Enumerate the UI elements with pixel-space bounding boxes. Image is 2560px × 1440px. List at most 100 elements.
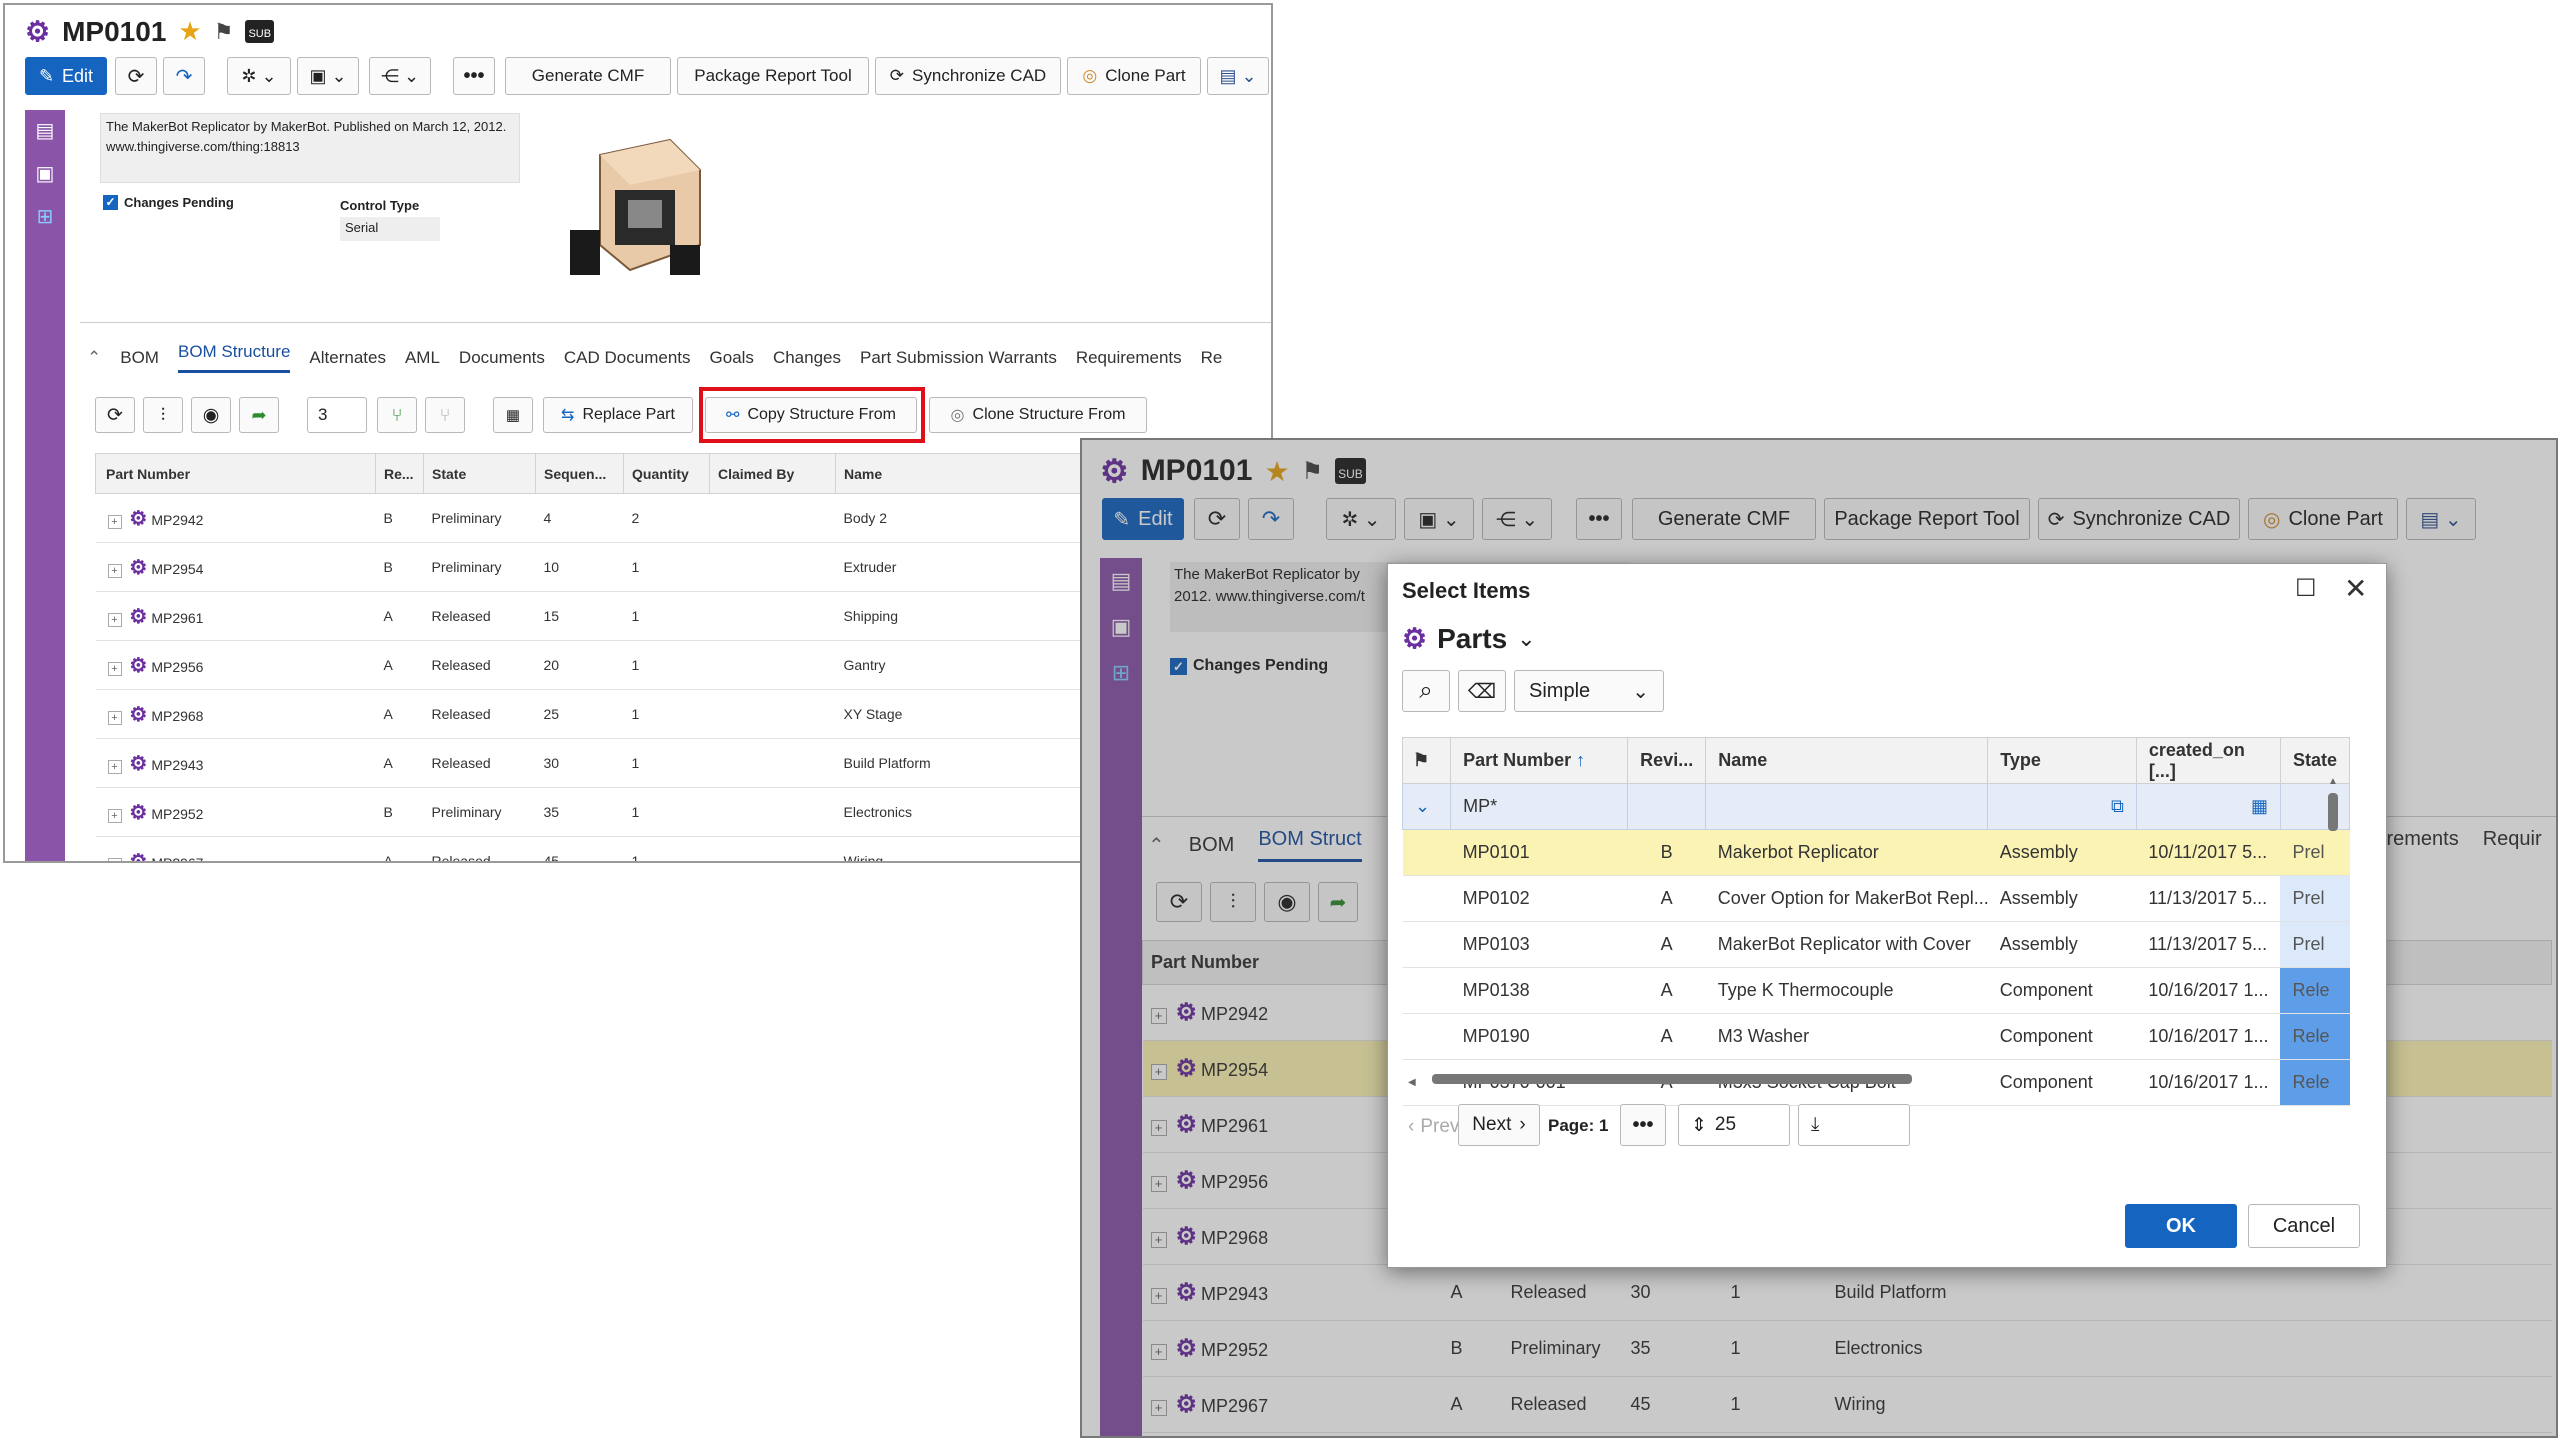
maximize-icon[interactable]: ☐ (2295, 574, 2317, 603)
synchronize-cad-button[interactable]: ⟳ Synchronize CAD (875, 57, 1061, 95)
item-title: MP0101 (62, 15, 167, 47)
flag-column-icon[interactable]: ⚑ (1401, 737, 1452, 784)
next-page-button[interactable]: Next › (1458, 1104, 1540, 1146)
bom-view-button[interactable]: ◉ (191, 397, 231, 433)
column-part-number[interactable]: Part Number ↑ (1450, 737, 1629, 784)
insert-child-button[interactable]: ⑂ (377, 397, 417, 433)
tree-view-icon[interactable]: ⊞ (25, 204, 65, 229)
page-size-input[interactable]: ⇕ 25 (1678, 1104, 1790, 1146)
scroll-thumb[interactable] (1432, 1074, 1912, 1084)
form-view-icon[interactable]: ▤ (25, 118, 65, 143)
tab-aml[interactable]: AML (405, 348, 440, 368)
tab-cad-documents[interactable]: CAD Documents (564, 348, 691, 368)
ok-button[interactable]: OK (2125, 1204, 2237, 1248)
tab-bom-structure[interactable]: BOM Structure (177, 342, 291, 373)
page-more-button[interactable]: ••• (1620, 1104, 1666, 1146)
part-gear-icon: ⚙ (25, 16, 51, 47)
control-type-field[interactable]: Serial (340, 217, 440, 241)
expand-row-icon[interactable]: + (107, 612, 122, 627)
part-number-filter[interactable]: MP* (1450, 783, 1629, 830)
tab-alternates[interactable]: Alternates (309, 348, 386, 368)
clone-structure-from-button[interactable]: ◎ Clone Structure From (929, 397, 1147, 433)
scroll-thumb[interactable] (2328, 793, 2338, 831)
result-row[interactable]: MP0190 A M3 Washer Component 10/16/2017 … (1402, 1013, 2350, 1060)
clear-search-button[interactable]: ⌫ (1458, 670, 1506, 712)
redo-button[interactable]: ↷ (163, 57, 205, 95)
chevron-down-icon: ⌄ (1632, 680, 1649, 703)
type-picker-icon[interactable]: ⧉ (1987, 783, 2137, 830)
replace-part-button[interactable]: ⇆ Replace Part (543, 397, 693, 433)
expand-row-icon[interactable]: + (107, 759, 122, 774)
flag-icon[interactable]: ⚑ (214, 19, 234, 45)
vertical-scrollbar[interactable]: ▲ (2328, 776, 2340, 906)
tab-goals[interactable]: Goals (710, 348, 754, 368)
column-claimed-by[interactable]: Claimed By (709, 453, 836, 494)
branch-disabled-icon: ⑂ (439, 404, 451, 425)
column-type[interactable]: Type (1987, 737, 2137, 784)
bom-expand-button[interactable]: ➦ (239, 397, 279, 433)
refresh-button[interactable]: ⟳ (115, 57, 157, 95)
tab-overflow[interactable]: Re (1201, 348, 1223, 368)
description-field[interactable]: The MakerBot Replicator by MakerBot. Pub… (100, 113, 520, 183)
tab-requirements[interactable]: Requirements (1076, 348, 1182, 368)
export-excel-button[interactable]: ▦ (493, 397, 533, 433)
result-row[interactable]: MP0101 B Makerbot Replicator Assembly 10… (1402, 829, 2350, 876)
more-button[interactable]: ••• (453, 57, 495, 95)
column-revision[interactable]: Revi... (1627, 737, 1707, 784)
itemtype-selector[interactable]: ⚙ Parts ⌄ (1402, 622, 1536, 655)
cancel-button[interactable]: Cancel (2248, 1204, 2360, 1248)
column-created-on[interactable]: created_on [...] (2135, 737, 2281, 784)
checkbox-checked-icon: ✓ (103, 195, 118, 210)
image-view-icon[interactable]: ▣ (25, 161, 65, 186)
expand-row-icon[interactable]: + (107, 857, 122, 861)
favorite-star-icon[interactable]: ★ (178, 16, 201, 47)
tab-documents[interactable]: Documents (459, 348, 545, 368)
expand-row-icon[interactable]: + (107, 514, 122, 529)
result-row[interactable]: MP0102 A Cover Option for MakerBot Repl.… (1402, 875, 2350, 922)
clone-part-button[interactable]: ◎ Clone Part (1067, 57, 1201, 95)
package-report-button[interactable]: Package Report Tool (677, 57, 869, 95)
bom-refresh-button[interactable]: ⟳ (95, 397, 135, 433)
horizontal-scrollbar[interactable]: ◀ (1408, 1072, 2328, 1088)
structure-menu-button[interactable]: ✲ ⌄ (227, 57, 291, 95)
part-gear-icon: ⚙ (129, 654, 148, 677)
calendar-icon[interactable]: ▦ (2135, 783, 2281, 830)
column-quantity[interactable]: Quantity (623, 453, 710, 494)
expand-row-icon[interactable]: + (107, 563, 122, 578)
remove-child-button[interactable]: ⑂ (425, 397, 465, 433)
result-row[interactable]: MP0103 A MakerBot Replicator with Cover … (1402, 921, 2350, 968)
column-state[interactable]: State (423, 453, 536, 494)
tab-bom[interactable]: BOM (120, 348, 159, 368)
search-button[interactable]: ⌕ (1402, 670, 1450, 712)
part-gear-icon: ⚙ (129, 605, 148, 628)
column-part-number[interactable]: Part Number (95, 453, 376, 494)
more-icon: ••• (1632, 1113, 1654, 1136)
chevron-right-icon: › (1519, 1114, 1526, 1135)
edit-button[interactable]: ✎ Edit (25, 57, 107, 95)
item-window-back: ⚙ MP0101 ★ ⚑ SUB ✎ Edit ⟳ ↷ ✲ ⌄ ▣ ⌄ ⋲ ⌄ •… (1080, 438, 2558, 1438)
expand-row-icon[interactable]: + (107, 808, 122, 823)
expand-row-icon[interactable]: + (107, 710, 122, 725)
close-icon[interactable]: ✕ (2344, 572, 2367, 605)
max-results-input[interactable]: ⤓ (1798, 1104, 1910, 1146)
page-indicator: Page: 1 (1548, 1116, 1609, 1135)
share-menu-button[interactable]: ⋲ ⌄ (369, 57, 431, 95)
generate-cmf-button[interactable]: Generate CMF (505, 57, 671, 95)
tab-changes[interactable]: Changes (773, 348, 841, 368)
column-sequence[interactable]: Sequen... (535, 453, 624, 494)
select-items-dialog: Select Items ☐ ✕ ⚙ Parts ⌄ ⌕ ⌫ Simple ⌄ ⚑… (1387, 563, 2387, 1268)
filter-toggle-icon[interactable]: ⌄ (1401, 783, 1452, 830)
search-mode-select[interactable]: Simple ⌄ (1514, 670, 1664, 712)
changes-pending-checkbox[interactable]: ✓ Changes Pending (103, 195, 234, 210)
expand-row-icon[interactable]: + (107, 661, 122, 676)
result-row[interactable]: MP0138 A Type K Thermocouple Component 1… (1402, 967, 2350, 1014)
bom-settings-button[interactable]: ⫶ (143, 397, 183, 433)
collapse-chevron-icon[interactable]: ⌃ (87, 348, 101, 368)
depth-input[interactable]: 3 (307, 397, 367, 433)
prev-page-button[interactable]: ‹ Prev (1408, 1116, 1459, 1138)
tab-part-submission-warrants[interactable]: Part Submission Warrants (860, 348, 1057, 368)
clipboard-menu-button[interactable]: ▣ ⌄ (297, 57, 359, 95)
column-revision[interactable]: Re... (375, 453, 424, 494)
cad-viewer-button[interactable]: ▤ ⌄ (1207, 57, 1269, 95)
column-name[interactable]: Name (1705, 737, 1989, 784)
